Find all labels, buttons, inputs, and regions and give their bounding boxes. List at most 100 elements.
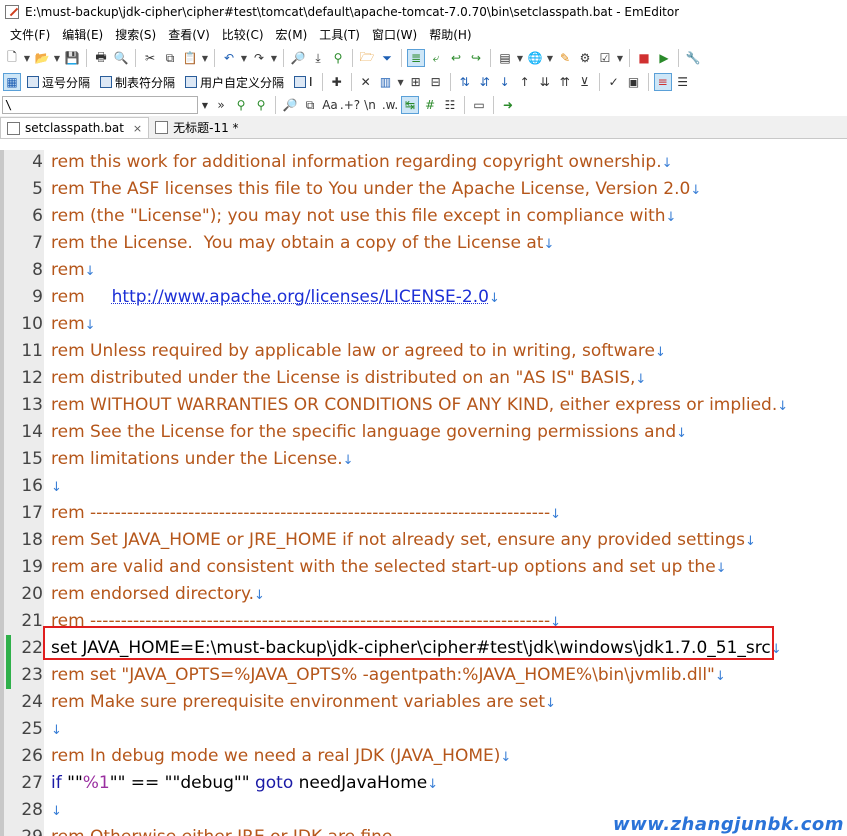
find-next-search-icon[interactable]: ⚲ bbox=[252, 96, 270, 114]
csv-split-icon[interactable]: ⊟ bbox=[427, 73, 445, 91]
search-history-dropdown-icon[interactable]: ▼ bbox=[200, 101, 210, 110]
menu-macros[interactable]: 宏(M) bbox=[270, 24, 314, 46]
open-folder-icon[interactable]: 📂 bbox=[33, 49, 51, 67]
customize-icon[interactable]: ✎ bbox=[556, 49, 574, 67]
menu-window[interactable]: 窗口(W) bbox=[366, 24, 423, 46]
escape-sequence-icon[interactable]: ↹ bbox=[401, 96, 419, 114]
menu-help[interactable]: 帮助(H) bbox=[423, 24, 477, 46]
undo-icon[interactable]: ↶ bbox=[220, 49, 238, 67]
editor-line[interactable]: 25 ↓ bbox=[0, 716, 847, 743]
new-dropdown-icon[interactable]: ▼ bbox=[23, 54, 31, 63]
find-in-files-icon[interactable]: 🗁 bbox=[358, 49, 376, 67]
delete-duplicates-icon[interactable]: ⊻ bbox=[576, 73, 594, 91]
sort-length-icon[interactable]: ↑ bbox=[516, 73, 534, 91]
license-link[interactable]: http://www.apache.org/licenses/LICENSE-2… bbox=[112, 287, 489, 307]
editor-line[interactable]: 23 rem set "JAVA_OPTS=%JAVA_OPTS% -agentp… bbox=[0, 662, 847, 689]
search-copy-icon[interactable]: ⧉ bbox=[301, 96, 319, 114]
paste-dropdown-icon[interactable]: ▼ bbox=[201, 54, 209, 63]
columns-icon[interactable]: ▥ bbox=[377, 73, 395, 91]
editor-line[interactable]: 26 rem In debug mode we need a real JDK (… bbox=[0, 743, 847, 770]
copy-icon[interactable]: ⧉ bbox=[161, 49, 179, 67]
editor-line[interactable]: 14 rem See the License for the specific l… bbox=[0, 419, 847, 446]
search-input[interactable]: \ bbox=[2, 96, 198, 114]
paste-icon[interactable]: 📋 bbox=[181, 49, 199, 67]
spell-check-icon[interactable]: ✓ bbox=[605, 73, 623, 91]
editor-line[interactable]: 18 rem Set JAVA_HOME or JRE_HOME if not a… bbox=[0, 527, 847, 554]
menu-search[interactable]: 搜索(S) bbox=[109, 24, 162, 46]
editor-line[interactable]: 10 rem↓ bbox=[0, 311, 847, 338]
sort-ascending-icon[interactable]: ⇅ bbox=[456, 73, 474, 91]
print-icon[interactable]: 🖶 bbox=[92, 49, 110, 67]
editor-line[interactable]: 5 rem The ASF licenses this file to You u… bbox=[0, 176, 847, 203]
stop-macro-icon[interactable]: ■ bbox=[635, 49, 653, 67]
tab-untitled[interactable]: 无标题-11 * bbox=[149, 117, 244, 138]
outline-tools-icon[interactable]: ✕ bbox=[357, 73, 375, 91]
editor-line[interactable]: 6 rem (the "License"); you may not use th… bbox=[0, 203, 847, 230]
more-separators-button[interactable]: I bbox=[290, 75, 317, 89]
sort-lines-icon[interactable]: ⇊ bbox=[536, 73, 554, 91]
editor-line[interactable]: 27 if ""%1"" == ""debug"" goto needJavaHo… bbox=[0, 770, 847, 797]
sort-numeric-icon[interactable]: ↓ bbox=[496, 73, 514, 91]
undo-dropdown-icon[interactable]: ▼ bbox=[240, 54, 248, 63]
plugin-tools-icon[interactable]: 🔧 bbox=[684, 49, 702, 67]
editor-line[interactable]: 13 rem WITHOUT WARRANTIES OR CONDITIONS O… bbox=[0, 392, 847, 419]
wrap-chars-icon[interactable]: ↪ bbox=[467, 49, 485, 67]
print-preview-icon[interactable]: 🔍 bbox=[112, 49, 130, 67]
text-editor[interactable]: 4 rem this work for additional informatio… bbox=[0, 150, 847, 836]
close-tab-icon[interactable]: × bbox=[133, 122, 142, 135]
editor-line[interactable]: 19 rem are valid and consistent with the … bbox=[0, 554, 847, 581]
incremental-search-icon[interactable]: # bbox=[421, 96, 439, 114]
redo-dropdown-icon[interactable]: ▼ bbox=[270, 54, 278, 63]
configuration-dropdown-icon[interactable]: ▼ bbox=[516, 54, 524, 63]
editor-line[interactable]: 24 rem Make sure prerequisite environment… bbox=[0, 689, 847, 716]
save-icon[interactable]: 💾 bbox=[63, 49, 81, 67]
open-dropdown-icon[interactable]: ▼ bbox=[53, 54, 61, 63]
wrap-page-icon[interactable]: ↩ bbox=[447, 49, 465, 67]
go-arrow-icon[interactable]: ➜ bbox=[499, 96, 517, 114]
menu-tools[interactable]: 工具(T) bbox=[313, 24, 366, 46]
redo-icon[interactable]: ↷ bbox=[250, 49, 268, 67]
tab-setclasspath[interactable]: setclasspath.bat × bbox=[0, 117, 150, 138]
editor-line[interactable]: 9 rem http://www.apache.org/licenses/LICE… bbox=[0, 284, 847, 311]
word-count-icon[interactable]: ▣ bbox=[625, 73, 643, 91]
find-next-icon[interactable]: ⤓ bbox=[309, 49, 327, 67]
word-wrap-icon[interactable]: ≣ bbox=[407, 49, 425, 67]
highlight-search-icon[interactable]: ☷ bbox=[441, 96, 459, 114]
new-file-icon[interactable]: 🗋 bbox=[3, 49, 21, 67]
encoding-dropdown-icon[interactable]: ▼ bbox=[546, 54, 554, 63]
filter-icon[interactable]: ⏷ bbox=[378, 49, 396, 67]
view-options-dropdown-icon[interactable]: ▼ bbox=[616, 54, 624, 63]
match-case-icon[interactable]: Aa bbox=[321, 96, 339, 114]
editor-line[interactable]: 17 rem ----------------------------------… bbox=[0, 500, 847, 527]
menu-view[interactable]: 查看(V) bbox=[162, 24, 216, 46]
editor-line[interactable]: 15 rem limitations under the License.↓ bbox=[0, 446, 847, 473]
sort-descending-icon[interactable]: ⇵ bbox=[476, 73, 494, 91]
search-in-files-icon[interactable]: 🔎 bbox=[281, 96, 299, 114]
line-numbers-icon[interactable]: ≡ bbox=[653, 73, 672, 91]
wrap-window-icon[interactable]: ⤶ bbox=[427, 49, 445, 67]
outline-add-icon[interactable]: ✚ bbox=[328, 73, 346, 91]
regex-newline-icon[interactable]: \n bbox=[361, 96, 379, 114]
editor-line[interactable]: 8 rem↓ bbox=[0, 257, 847, 284]
comma-separated-button[interactable]: 逗号分隔 bbox=[23, 74, 94, 91]
search-options-icon[interactable]: ▭ bbox=[470, 96, 488, 114]
more-options-icon[interactable]: » bbox=[212, 96, 230, 114]
ruler-icon[interactable]: ☰ bbox=[674, 73, 692, 91]
csv-convert-icon[interactable]: ⊞ bbox=[407, 73, 425, 91]
find-icon[interactable]: 🔎 bbox=[289, 49, 307, 67]
editor-line[interactable]: 11 rem Unless required by applicable law … bbox=[0, 338, 847, 365]
run-macro-icon[interactable]: ▶ bbox=[655, 49, 673, 67]
encoding-icon[interactable]: 🌐 bbox=[526, 49, 544, 67]
normal-mode-icon[interactable]: ▦ bbox=[3, 73, 21, 91]
configuration-icon[interactable]: ▤ bbox=[496, 49, 514, 67]
editor-line[interactable]: 12 rem distributed under the License is d… bbox=[0, 365, 847, 392]
editor-line[interactable]: 7 rem the License. You may obtain a copy … bbox=[0, 230, 847, 257]
columns-dropdown-icon[interactable]: ▼ bbox=[397, 78, 405, 87]
find-replace-icon[interactable]: ⚲ bbox=[329, 49, 347, 67]
tab-separated-button[interactable]: 制表符分隔 bbox=[96, 74, 179, 91]
editor-line[interactable]: 4 rem this work for additional informatio… bbox=[0, 150, 847, 176]
view-options-icon[interactable]: ☑ bbox=[596, 49, 614, 67]
properties-icon[interactable]: ⚙ bbox=[576, 49, 594, 67]
find-previous-icon[interactable]: ⚲ bbox=[232, 96, 250, 114]
user-defined-separated-button[interactable]: 用户自定义分隔 bbox=[181, 74, 288, 91]
